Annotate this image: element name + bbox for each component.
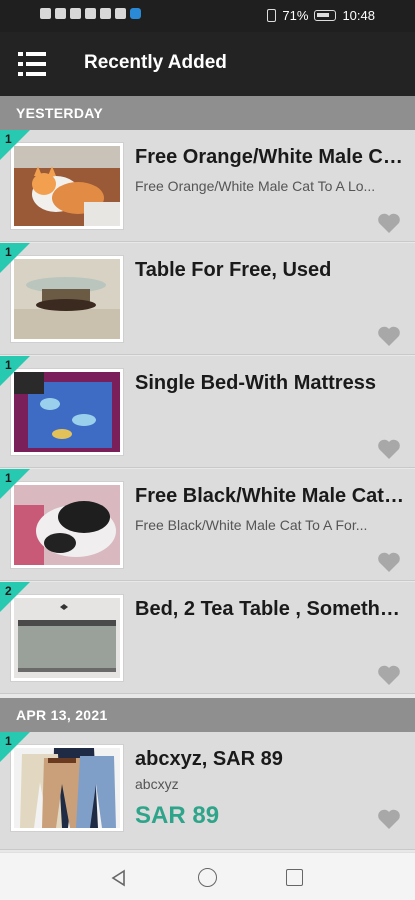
recents-icon[interactable] [286,869,303,886]
page-title: Recently Added [84,52,227,73]
heart-icon[interactable] [377,438,401,460]
system-status: 71% 10:48 [267,8,375,23]
item-title: Bed, 2 Tea Table , Something [135,598,405,620]
list-item[interactable]: 1 Free Black/White Male Cat To A For... … [0,469,415,581]
battery-percent: 71% [282,8,309,23]
item-thumbnail [10,481,124,569]
item-thumbnail [10,368,124,456]
section-header-yesterday: YESTERDAY [0,96,415,130]
app-bar: Recently Added [0,32,415,96]
heart-icon[interactable] [377,551,401,573]
item-price: SAR 89 [135,802,220,829]
list-item[interactable]: 2 Bed, 2 Tea Table , Something [0,582,415,694]
telegram-icon [85,8,96,19]
linkedin-icon [70,8,81,19]
app-notification-icon [115,8,126,19]
heart-icon[interactable] [377,325,401,347]
notification-icon [100,8,111,19]
item-thumbnail [10,594,124,682]
item-subtitle: Free Orange/White Male Cat To A Lo... [135,178,376,194]
back-icon[interactable] [110,869,128,887]
item-title: abcxyz, SAR 89 [135,748,283,770]
signal-icon [40,8,51,19]
wifi-icon [55,8,66,19]
item-thumbnail [10,255,124,343]
section-header-apr-13-2021: APR 13, 2021 [0,698,415,732]
item-thumbnail [10,744,124,832]
heart-icon[interactable] [377,808,401,830]
menu-icon[interactable] [18,52,46,76]
item-title: Table For Free, Used [135,259,332,281]
home-icon[interactable] [198,868,217,887]
notification-icons [40,8,141,19]
clock: 10:48 [342,8,375,23]
bluetooth-icon [267,9,277,22]
list-item[interactable]: 1 Free Orange/White Male Cat To A Lo... … [0,130,415,242]
item-title: Single Bed-With Mattress [135,372,376,394]
status-bar: 71% 10:48 [0,0,415,32]
heart-icon[interactable] [377,212,401,234]
item-thumbnail [10,142,124,230]
list-item[interactable]: 1 abcxyz, SAR 89 abcxyz SAR 89 [0,732,415,850]
item-subtitle: Free Black/White Male Cat To A For... [135,517,368,533]
item-title: Free Black/White Male Cat To A For... [135,485,405,507]
list-item[interactable]: 1 Single Bed-With Mattress [0,356,415,468]
item-subtitle: abcxyz [135,776,179,792]
system-nav-bar [0,852,415,900]
battery-icon [314,10,337,21]
app-badge-icon [130,8,141,19]
list-item[interactable]: 1 Table For Free, Used [0,243,415,355]
heart-icon[interactable] [377,664,401,686]
item-title: Free Orange/White Male Cat To A Lo... [135,146,405,168]
